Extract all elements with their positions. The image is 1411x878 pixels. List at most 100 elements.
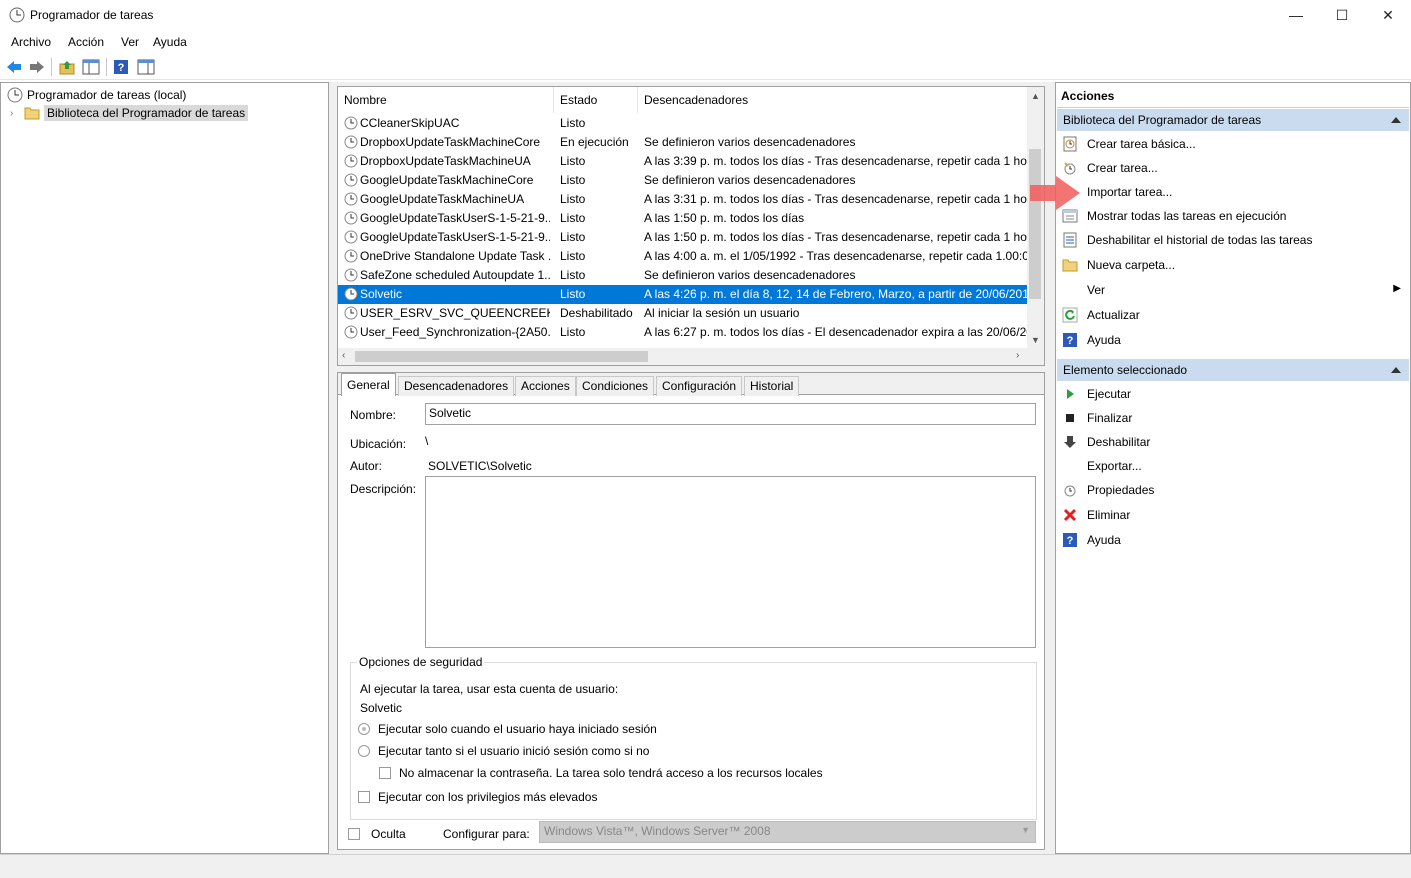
action-help[interactable]: ? Ayuda bbox=[1059, 329, 1409, 351]
table-row[interactable]: CCleanerSkipUAC Listo bbox=[338, 114, 1028, 133]
hidden-label: Oculta bbox=[371, 827, 406, 841]
task-clock-icon bbox=[344, 116, 358, 130]
table-row[interactable]: GoogleUpdateTaskUserS-1-5-21-9... Listo A … bbox=[338, 228, 1028, 247]
table-row[interactable]: Solvetic Listo A las 4:26 p. m. el día 8, … bbox=[338, 285, 1028, 304]
down-arrow-icon bbox=[1064, 436, 1076, 448]
help-icon: ? bbox=[1063, 333, 1077, 347]
task-name: CCleanerSkipUAC bbox=[360, 116, 460, 130]
task-name: GoogleUpdateTaskUserS-1-5-21-9... bbox=[360, 230, 550, 244]
menu-ver[interactable]: Ver bbox=[121, 35, 139, 49]
minimize-button[interactable]: — bbox=[1273, 0, 1319, 30]
table-row[interactable]: GoogleUpdateTaskUserS-1-5-21-9... Listo A … bbox=[338, 209, 1028, 228]
checkbox-highest-privileges[interactable] bbox=[358, 791, 370, 803]
description-field[interactable] bbox=[425, 476, 1036, 648]
help-button[interactable]: ? bbox=[111, 57, 131, 77]
tab-conditions[interactable]: Condiciones bbox=[576, 376, 655, 396]
action-new-folder[interactable]: Nueva carpeta... bbox=[1059, 254, 1409, 276]
action-disable-history[interactable]: Deshabilitar el historial de todas las t… bbox=[1059, 229, 1409, 251]
checkbox-no-store-password[interactable] bbox=[379, 767, 391, 779]
name-field[interactable]: Solvetic bbox=[425, 403, 1036, 425]
checkbox-hidden[interactable] bbox=[348, 828, 360, 840]
tab-general[interactable]: General bbox=[341, 373, 396, 396]
tab-triggers[interactable]: Desencadenadores bbox=[398, 376, 515, 396]
action-run[interactable]: Ejecutar bbox=[1059, 383, 1409, 405]
account-prompt: Al ejecutar la tarea, usar esta cuenta d… bbox=[360, 682, 619, 696]
back-button[interactable] bbox=[4, 57, 24, 77]
action-delete[interactable]: Eliminar bbox=[1059, 504, 1409, 526]
horizontal-scrollbar[interactable]: ‹ › bbox=[338, 348, 1044, 365]
expand-chevron-icon[interactable]: › bbox=[10, 108, 20, 119]
collapse-arrow-icon[interactable] bbox=[1391, 367, 1401, 373]
vertical-scrollbar[interactable]: ▲ ▼ bbox=[1027, 87, 1044, 349]
menu-accion[interactable]: Acción bbox=[68, 35, 104, 49]
tree-library-label: Biblioteca del Programador de tareas bbox=[44, 105, 249, 121]
table-row[interactable]: GoogleUpdateTaskMachineUA Listo A las 3:31… bbox=[338, 190, 1028, 209]
forward-button[interactable] bbox=[27, 57, 47, 77]
task-name: GoogleUpdateTaskUserS-1-5-21-9... bbox=[360, 211, 550, 225]
action-create-task[interactable]: Crear tarea... bbox=[1059, 157, 1409, 179]
action-view[interactable]: Ver ▶ bbox=[1059, 279, 1409, 301]
radio-run-logged-on[interactable] bbox=[358, 723, 370, 735]
task-name: USER_ESRV_SVC_QUEENCREEK bbox=[360, 306, 550, 320]
action-export[interactable]: Exportar... bbox=[1059, 455, 1409, 477]
column-header-name[interactable]: Nombre bbox=[338, 87, 554, 113]
task-clock-icon bbox=[344, 287, 358, 301]
task-trigger: Al iniciar la sesión un usuario bbox=[644, 306, 800, 320]
action-help-selected[interactable]: ? Ayuda bbox=[1059, 529, 1409, 551]
column-header-state[interactable]: Estado bbox=[554, 87, 638, 113]
tab-settings[interactable]: Configuración bbox=[656, 376, 743, 396]
action-disable[interactable]: Deshabilitar bbox=[1059, 431, 1409, 453]
tree-root-label: Programador de tareas (local) bbox=[27, 88, 187, 102]
table-row[interactable]: SafeZone scheduled Autoupdate 1... Listo S… bbox=[338, 266, 1028, 285]
action-properties[interactable]: Propiedades bbox=[1059, 479, 1409, 501]
radio-run-whether-logged-label: Ejecutar tanto si el usuario inició sesi… bbox=[378, 744, 650, 758]
console-tree-pane: Programador de tareas (local) › Bibliote… bbox=[0, 82, 329, 854]
maximize-button[interactable]: ☐ bbox=[1319, 0, 1365, 30]
action-label: Ver bbox=[1087, 283, 1106, 297]
vertical-scroll-thumb[interactable] bbox=[1029, 149, 1041, 299]
scroll-down-icon[interactable]: ▼ bbox=[1031, 335, 1040, 345]
tab-actions[interactable]: Acciones bbox=[515, 376, 576, 396]
close-icon: ✕ bbox=[1382, 6, 1394, 23]
table-row[interactable]: User_Feed_Synchronization-{2A50... Listo A… bbox=[338, 323, 1028, 342]
actions-title: Acciones bbox=[1061, 89, 1115, 103]
action-label: Importar tarea... bbox=[1087, 185, 1173, 199]
table-row[interactable]: USER_ESRV_SVC_QUEENCREEK Deshabilitado Al … bbox=[338, 304, 1028, 323]
menu-archivo[interactable]: Archivo bbox=[11, 35, 51, 49]
task-state: Listo bbox=[560, 173, 586, 187]
scroll-right-icon[interactable]: › bbox=[1016, 350, 1019, 361]
table-row[interactable]: DropboxUpdateTaskMachineCore En ejecución… bbox=[338, 133, 1028, 152]
clock-icon bbox=[7, 87, 23, 103]
up-folder-button[interactable] bbox=[57, 57, 77, 77]
column-header-triggers[interactable]: Desencadenadores bbox=[638, 87, 1018, 113]
table-row[interactable]: GoogleUpdateTaskMachineCore Listo Se defin… bbox=[338, 171, 1028, 190]
table-row[interactable]: OneDrive Standalone Update Task ... Listo… bbox=[338, 247, 1028, 266]
show-tree-button[interactable] bbox=[81, 57, 101, 77]
tab-history[interactable]: Historial bbox=[744, 376, 800, 396]
menu-ayuda[interactable]: Ayuda bbox=[153, 35, 187, 49]
action-create-basic-task[interactable]: Crear tarea básica... bbox=[1059, 133, 1409, 155]
folder-icon bbox=[24, 107, 40, 120]
action-show-running-tasks[interactable]: Mostrar todas las tareas en ejecución bbox=[1059, 205, 1409, 227]
action-import-task[interactable]: Importar tarea... bbox=[1059, 181, 1409, 203]
tree-root-item[interactable]: Programador de tareas (local) bbox=[7, 86, 186, 104]
tree-library-item[interactable]: › Biblioteca del Programador de tareas bbox=[10, 104, 249, 122]
collapse-arrow-icon[interactable] bbox=[1391, 117, 1401, 123]
back-arrow-icon bbox=[7, 61, 21, 73]
action-label: Crear tarea básica... bbox=[1087, 137, 1196, 151]
configure-for-select[interactable]: Windows Vista™, Windows Server™ 2008 ▼ bbox=[539, 821, 1036, 843]
library-section-header[interactable]: Biblioteca del Programador de tareas bbox=[1057, 109, 1409, 131]
table-row[interactable]: DropboxUpdateTaskMachineUA Listo A las 3:3… bbox=[338, 152, 1028, 171]
horizontal-scroll-thumb[interactable] bbox=[355, 351, 648, 362]
scroll-up-icon[interactable]: ▲ bbox=[1031, 91, 1040, 101]
action-refresh[interactable]: Actualizar bbox=[1059, 304, 1409, 326]
show-action-pane-button[interactable] bbox=[136, 57, 156, 77]
task-name: OneDrive Standalone Update Task ... bbox=[360, 249, 550, 263]
task-name: SafeZone scheduled Autoupdate 1... bbox=[360, 268, 550, 282]
selected-item-section-header[interactable]: Elemento seleccionado bbox=[1057, 359, 1409, 381]
radio-run-whether-logged[interactable] bbox=[358, 745, 370, 757]
close-button[interactable]: ✕ bbox=[1365, 0, 1411, 30]
task-clock-icon bbox=[344, 230, 358, 244]
action-end[interactable]: Finalizar bbox=[1059, 407, 1409, 429]
scroll-left-icon[interactable]: ‹ bbox=[342, 350, 345, 361]
